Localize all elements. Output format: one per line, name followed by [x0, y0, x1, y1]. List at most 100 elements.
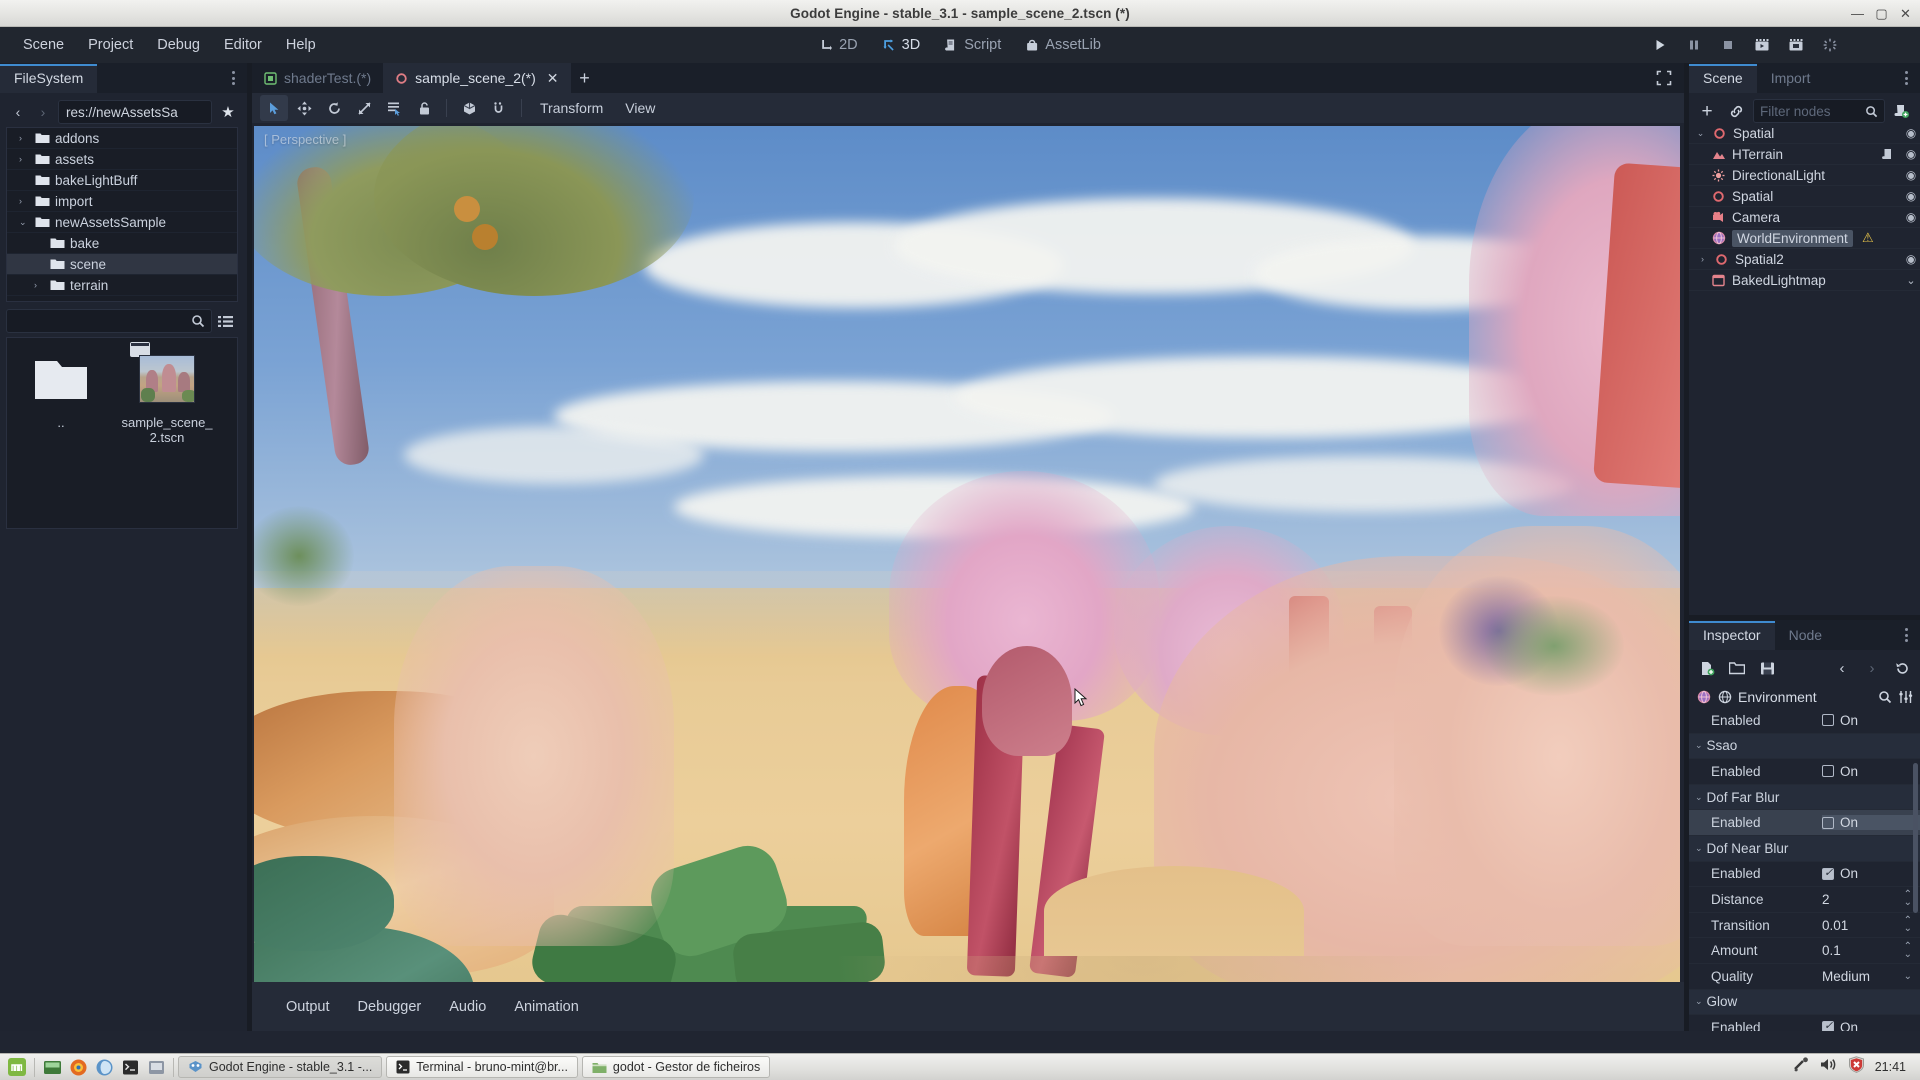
chevron-right-icon[interactable]: › [1697, 254, 1708, 264]
object-tools-icon[interactable] [1898, 690, 1913, 705]
chevron-down-icon[interactable]: ⌄ [1695, 128, 1706, 139]
property-value[interactable]: 0.01⌃⌄ [1822, 917, 1920, 933]
visibility-eye-icon[interactable]: ◉ [1902, 168, 1920, 182]
property-section-dof-far-blur[interactable]: ⌄ Dof Far Blur [1689, 785, 1920, 811]
menu-project[interactable]: Project [77, 32, 144, 58]
menu-help[interactable]: Help [275, 32, 327, 58]
minimize-button[interactable]: — [1851, 7, 1864, 20]
taskbar-clock[interactable]: 21:41 [1875, 1060, 1906, 1074]
rotate-mode-button[interactable] [320, 95, 348, 121]
chevron-down-icon[interactable]: ⌄ [1904, 970, 1912, 983]
fs-back-button[interactable]: ‹ [8, 101, 28, 123]
fs-forward-button[interactable]: › [33, 101, 53, 123]
visibility-eye-icon[interactable]: ◉ [1902, 252, 1920, 266]
property-row-dof-far-enabled[interactable]: Enabled On [1689, 810, 1920, 836]
checkbox-unchecked[interactable] [1822, 765, 1834, 777]
visibility-eye-icon[interactable]: ◉ [1902, 210, 1920, 224]
update-shield-tray-icon[interactable] [1848, 1056, 1865, 1078]
property-row-dof-near-enabled[interactable]: Enabled On [1689, 862, 1920, 888]
scale-mode-button[interactable] [350, 95, 378, 121]
inspector-scrollbar[interactable] [1913, 763, 1918, 913]
menu-editor[interactable]: Editor [213, 32, 273, 58]
scene-dock-menu-button[interactable] [1898, 67, 1914, 89]
view-menu[interactable]: View [615, 96, 665, 120]
move-mode-button[interactable] [290, 95, 318, 121]
tab-audio[interactable]: Audio [437, 994, 498, 1020]
chevron-down-icon[interactable]: ⌄ [1695, 843, 1703, 854]
property-row-amount[interactable]: Amount 0.1⌃⌄ [1689, 938, 1920, 964]
property-row-distance[interactable]: Distance 2⌃⌄ [1689, 887, 1920, 913]
tab-inspector[interactable]: Inspector [1689, 621, 1775, 650]
scene-tab-sample-scene-2[interactable]: sample_scene_2(*) ✕ [383, 63, 570, 93]
create-script-button[interactable] [1890, 99, 1914, 123]
chevron-down-icon[interactable]: ⌄ [1695, 740, 1703, 751]
menu-debug[interactable]: Debug [146, 32, 211, 58]
tab-2d[interactable]: 2D [809, 33, 868, 57]
3d-viewport[interactable]: [ Perspective ] [254, 126, 1680, 982]
list-select-button[interactable] [380, 95, 408, 121]
software-launcher-button[interactable] [143, 1056, 169, 1079]
warning-icon[interactable]: ⚠ [1859, 230, 1877, 246]
property-section-ssao[interactable]: ⌄ Ssao [1689, 734, 1920, 760]
load-resource-button[interactable] [1725, 656, 1749, 680]
property-value[interactable]: On [1822, 866, 1920, 881]
taskbar-window-terminal[interactable]: Terminal - bruno-mint@br... [386, 1056, 578, 1078]
history-forward-button[interactable]: › [1860, 656, 1884, 680]
filesystem-file-grid[interactable]: .. sample_scene_2.tscn [6, 337, 238, 529]
node-row-worldenvironment[interactable]: WorldEnvironment ⚠ [1689, 228, 1920, 249]
property-value[interactable]: On [1822, 764, 1920, 779]
volume-tray-icon[interactable] [1820, 1057, 1838, 1077]
chevron-right-icon[interactable]: › [19, 133, 30, 143]
lock-button[interactable] [410, 95, 438, 121]
tab-3d[interactable]: 3D [872, 33, 931, 57]
tab-debugger[interactable]: Debugger [346, 994, 434, 1020]
tab-animation[interactable]: Animation [502, 994, 590, 1020]
pause-button[interactable] [1682, 33, 1706, 57]
property-value[interactable]: 2⌃⌄ [1822, 891, 1920, 907]
fs-favorite-button[interactable]: ★ [217, 101, 239, 123]
visibility-eye-icon[interactable]: ◉ [1902, 126, 1920, 140]
network-tray-icon[interactable] [1793, 1057, 1810, 1077]
play-custom-scene-button[interactable] [1784, 33, 1808, 57]
menu-scene[interactable]: Scene [12, 32, 75, 58]
checkbox-unchecked[interactable] [1822, 714, 1834, 726]
fs-list-view-button[interactable] [212, 309, 238, 333]
console-launcher-button[interactable] [117, 1056, 143, 1079]
spinner-arrows-icon[interactable]: ⌃⌄ [1904, 917, 1912, 933]
taskbar-window-godot[interactable]: Godot Engine - stable_3.1 -... [178, 1056, 382, 1078]
add-node-button[interactable]: + [1695, 99, 1719, 123]
node-row-spatial2[interactable]: › Spatial2 ◉ [1689, 249, 1920, 270]
property-row-ssao-enabled[interactable]: Enabled On [1689, 759, 1920, 785]
fs-path-field[interactable]: res://newAssetsSa [58, 100, 212, 124]
chevron-down-icon[interactable]: ⌄ [19, 217, 30, 228]
fs-search-input[interactable] [6, 309, 212, 333]
select-mode-button[interactable] [260, 95, 288, 121]
tab-filesystem[interactable]: FileSystem [0, 64, 97, 93]
history-back-button[interactable]: ‹ [1830, 656, 1854, 680]
node-row-camera[interactable]: Camera ◉ [1689, 207, 1920, 228]
tree-row[interactable]: bake [7, 233, 237, 254]
file-item-parent[interactable]: .. [15, 348, 107, 518]
chevron-right-icon[interactable]: › [19, 154, 30, 164]
local-space-button[interactable] [485, 95, 513, 121]
property-row-transition[interactable]: Transition 0.01⌃⌄ [1689, 913, 1920, 939]
tab-assetlib[interactable]: AssetLib [1015, 33, 1111, 57]
property-value[interactable]: On [1822, 713, 1920, 728]
inspector-menu-button[interactable] [1898, 624, 1914, 646]
property-row-quality[interactable]: Quality Medium⌄ [1689, 964, 1920, 990]
taskbar-window-files[interactable]: godot - Gestor de ficheiros [582, 1056, 770, 1078]
browser-launcher-button[interactable] [91, 1056, 117, 1079]
checkbox-unchecked[interactable] [1822, 817, 1834, 829]
node-row-spatial-child[interactable]: Spatial ◉ [1689, 186, 1920, 207]
scene-tab-shadertest[interactable]: shaderTest.(*) [252, 63, 383, 93]
property-value[interactable]: Medium⌄ [1822, 969, 1920, 984]
filesystem-tree[interactable]: › addons › assets bakeLightBuff › [6, 127, 238, 302]
script-icon[interactable] [1881, 147, 1896, 162]
save-resource-button[interactable] [1755, 656, 1779, 680]
tree-row[interactable]: bakeLightBuff [7, 170, 237, 191]
maximize-button[interactable]: ▢ [1875, 7, 1888, 20]
spinner-arrows-icon[interactable]: ⌃⌄ [1904, 891, 1912, 907]
file-item-scene[interactable]: sample_scene_2.tscn [121, 348, 213, 518]
chevron-right-icon[interactable]: › [34, 280, 45, 290]
instance-scene-button[interactable] [1724, 99, 1748, 123]
